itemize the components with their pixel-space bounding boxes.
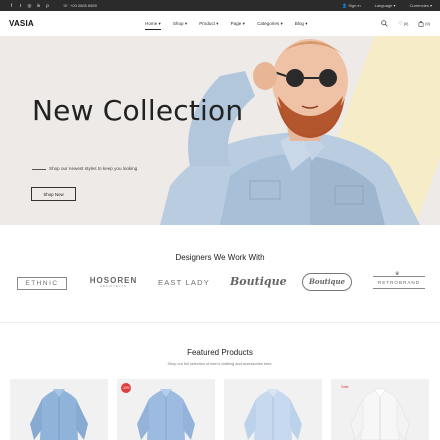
- product-card[interactable]: Sale: [331, 379, 429, 440]
- brand-logo-retrobrand[interactable]: ♛ RETROBRAND: [373, 271, 425, 289]
- nav-label: Page: [230, 21, 242, 26]
- nav-label: Home: [145, 21, 158, 26]
- nav-item-page[interactable]: Page ▾: [231, 21, 245, 27]
- nav-item-blog[interactable]: Blog ▾: [295, 21, 308, 27]
- brand-logo-ethnic[interactable]: ETHNIC: [17, 277, 67, 290]
- brand-name: RETROBRAND: [377, 280, 421, 285]
- designers-title: Designers We Work With: [175, 253, 265, 262]
- brand-logo-boutique-badge[interactable]: Boutique: [302, 273, 352, 291]
- nav-item-categories[interactable]: Categories ▾: [257, 21, 283, 27]
- wishlist-count: (0): [403, 21, 409, 26]
- instagram-icon[interactable]: ◎: [27, 3, 32, 8]
- phone-icon: ☏: [63, 3, 69, 8]
- brand-logos: ETHNIC HOSOREN ARCHITECTS EAST LADY Bout…: [0, 270, 440, 300]
- product-card[interactable]: [224, 379, 322, 440]
- hero-subtitle: Shop our newest styles to keep you looki…: [49, 166, 138, 171]
- nav-label: Shop: [172, 21, 184, 26]
- twitter-icon[interactable]: t: [18, 3, 23, 8]
- nav-item-shop[interactable]: Shop ▾: [173, 21, 187, 27]
- product-image: [137, 389, 195, 440]
- crown-icon: ♛: [395, 271, 401, 277]
- nav-label: Categories: [256, 21, 280, 26]
- brand-logo-hosoren[interactable]: HOSOREN ARCHITECTS: [86, 276, 141, 288]
- main-nav: Home ▾ Shop ▾ Product ▾ Page ▾ Categorie…: [145, 21, 308, 30]
- facebook-icon[interactable]: f: [9, 3, 14, 8]
- currency-select[interactable]: Currencies ▾: [410, 3, 432, 8]
- language-label: Language: [374, 3, 393, 8]
- product-image: [244, 389, 302, 440]
- cart-count: (0): [425, 21, 430, 26]
- product-card[interactable]: [10, 379, 108, 440]
- cart-button[interactable]: (0): [418, 20, 430, 27]
- shop-now-button[interactable]: Shop Now: [31, 187, 76, 201]
- section-divider: [0, 322, 440, 323]
- heart-icon: ♡: [398, 20, 403, 27]
- signin-label: Sign in: [348, 3, 361, 8]
- header-icons: ♡ (0) (0): [381, 20, 430, 27]
- main-header: VASIA Home ▾ Shop ▾ Product ▾ Page ▾ Cat…: [0, 11, 440, 36]
- phone-contact: ☏ +00 0865 6589: [63, 3, 97, 8]
- discount-badge: -20%: [121, 383, 131, 393]
- sale-badge: Sale: [341, 385, 349, 389]
- linkedin-icon[interactable]: in: [36, 3, 41, 8]
- hero-title: New Collection: [32, 94, 244, 127]
- language-select[interactable]: Language ▾: [375, 3, 396, 8]
- search-icon[interactable]: [381, 20, 388, 27]
- featured-title: Featured Products: [187, 348, 253, 357]
- nav-label: Product: [199, 21, 216, 26]
- product-card[interactable]: -20%: [117, 379, 215, 440]
- phone-number: +00 0865 6589: [70, 3, 97, 8]
- pinterest-icon[interactable]: p: [45, 3, 50, 8]
- signin-link[interactable]: 👤 Sign in: [342, 3, 360, 8]
- cart-icon: [418, 20, 424, 27]
- subtitle-line: [32, 169, 46, 170]
- social-links: f t ◎ in p: [9, 3, 50, 8]
- top-bar: f t ◎ in p ☏ +00 0865 6589 👤 Sign in Lan…: [0, 0, 440, 11]
- featured-subtitle: Shop our full selection of men's clothin…: [167, 362, 273, 366]
- logo[interactable]: VASIA: [9, 19, 34, 28]
- product-image: [30, 389, 88, 440]
- hero-model-image: [160, 39, 420, 225]
- brand-logo-east-lady[interactable]: EAST LADY: [158, 278, 210, 287]
- wishlist-button[interactable]: ♡ (0): [398, 20, 408, 27]
- nav-item-home[interactable]: Home ▾: [145, 21, 161, 30]
- brand-name: HOSOREN: [89, 276, 138, 285]
- brand-tagline: ARCHITECTS: [100, 285, 127, 288]
- nav-label: Blog: [294, 21, 304, 26]
- topbar-right: 👤 Sign in Language ▾ Currencies ▾: [342, 3, 432, 8]
- currency-label: Currencies: [409, 3, 429, 8]
- nav-item-product[interactable]: Product ▾: [199, 21, 218, 27]
- hero-banner: New Collection Shop our newest styles to…: [0, 36, 440, 225]
- brand-logo-boutique[interactable]: Boutique: [230, 275, 287, 288]
